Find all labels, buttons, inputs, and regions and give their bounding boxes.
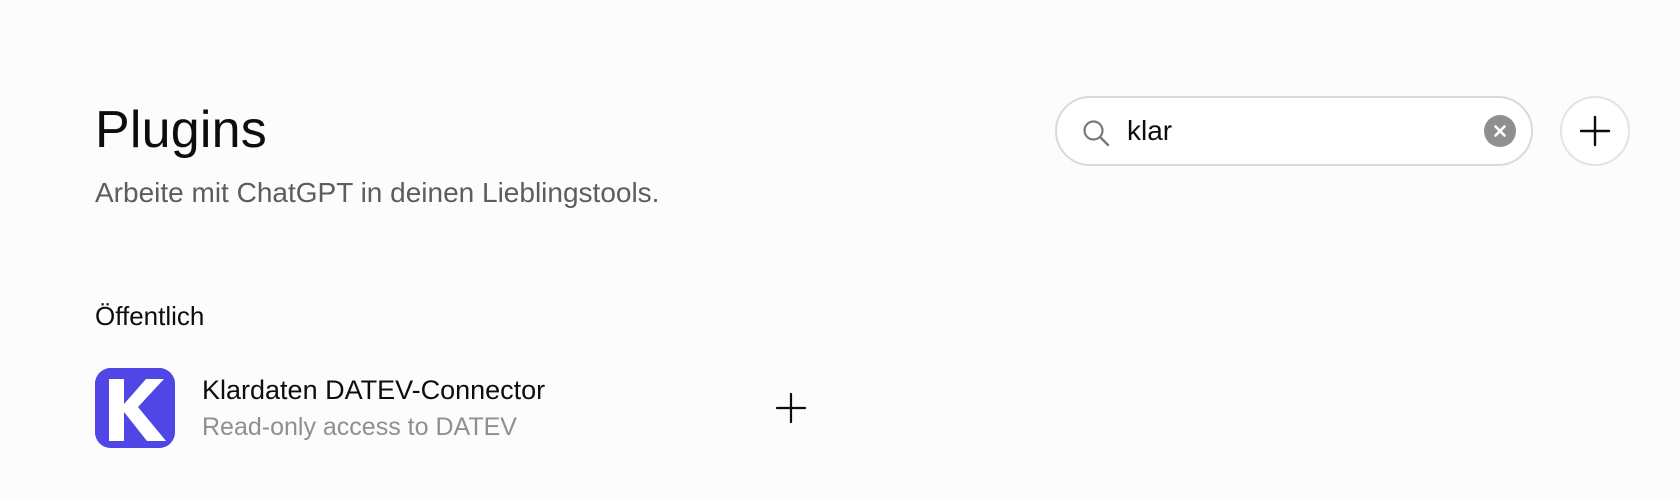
plugin-description: Read-only access to DATEV [202,413,517,441]
section-heading-public: Öffentlich [95,301,205,331]
search-icon [1081,118,1111,148]
page-header: Plugins Arbeite mit ChatGPT in deinen Li… [95,100,659,210]
add-plugin-button[interactable] [1560,96,1630,166]
install-plugin-button[interactable] [771,388,811,428]
plus-icon [1579,115,1611,147]
plugin-name: Klardaten DATEV-Connector [202,375,546,405]
close-icon [1494,125,1506,137]
plugin-logo [95,368,175,448]
search-input[interactable] [1127,108,1457,154]
clear-search-button[interactable] [1484,115,1516,147]
plus-icon [776,393,806,423]
page-title: Plugins [95,101,267,159]
search-box[interactable] [1055,96,1533,166]
plugin-list-item[interactable]: Klardaten DATEV-Connector Read-only acce… [95,368,825,448]
page-subtitle: Arbeite mit ChatGPT in deinen Lieblingst… [95,177,660,208]
